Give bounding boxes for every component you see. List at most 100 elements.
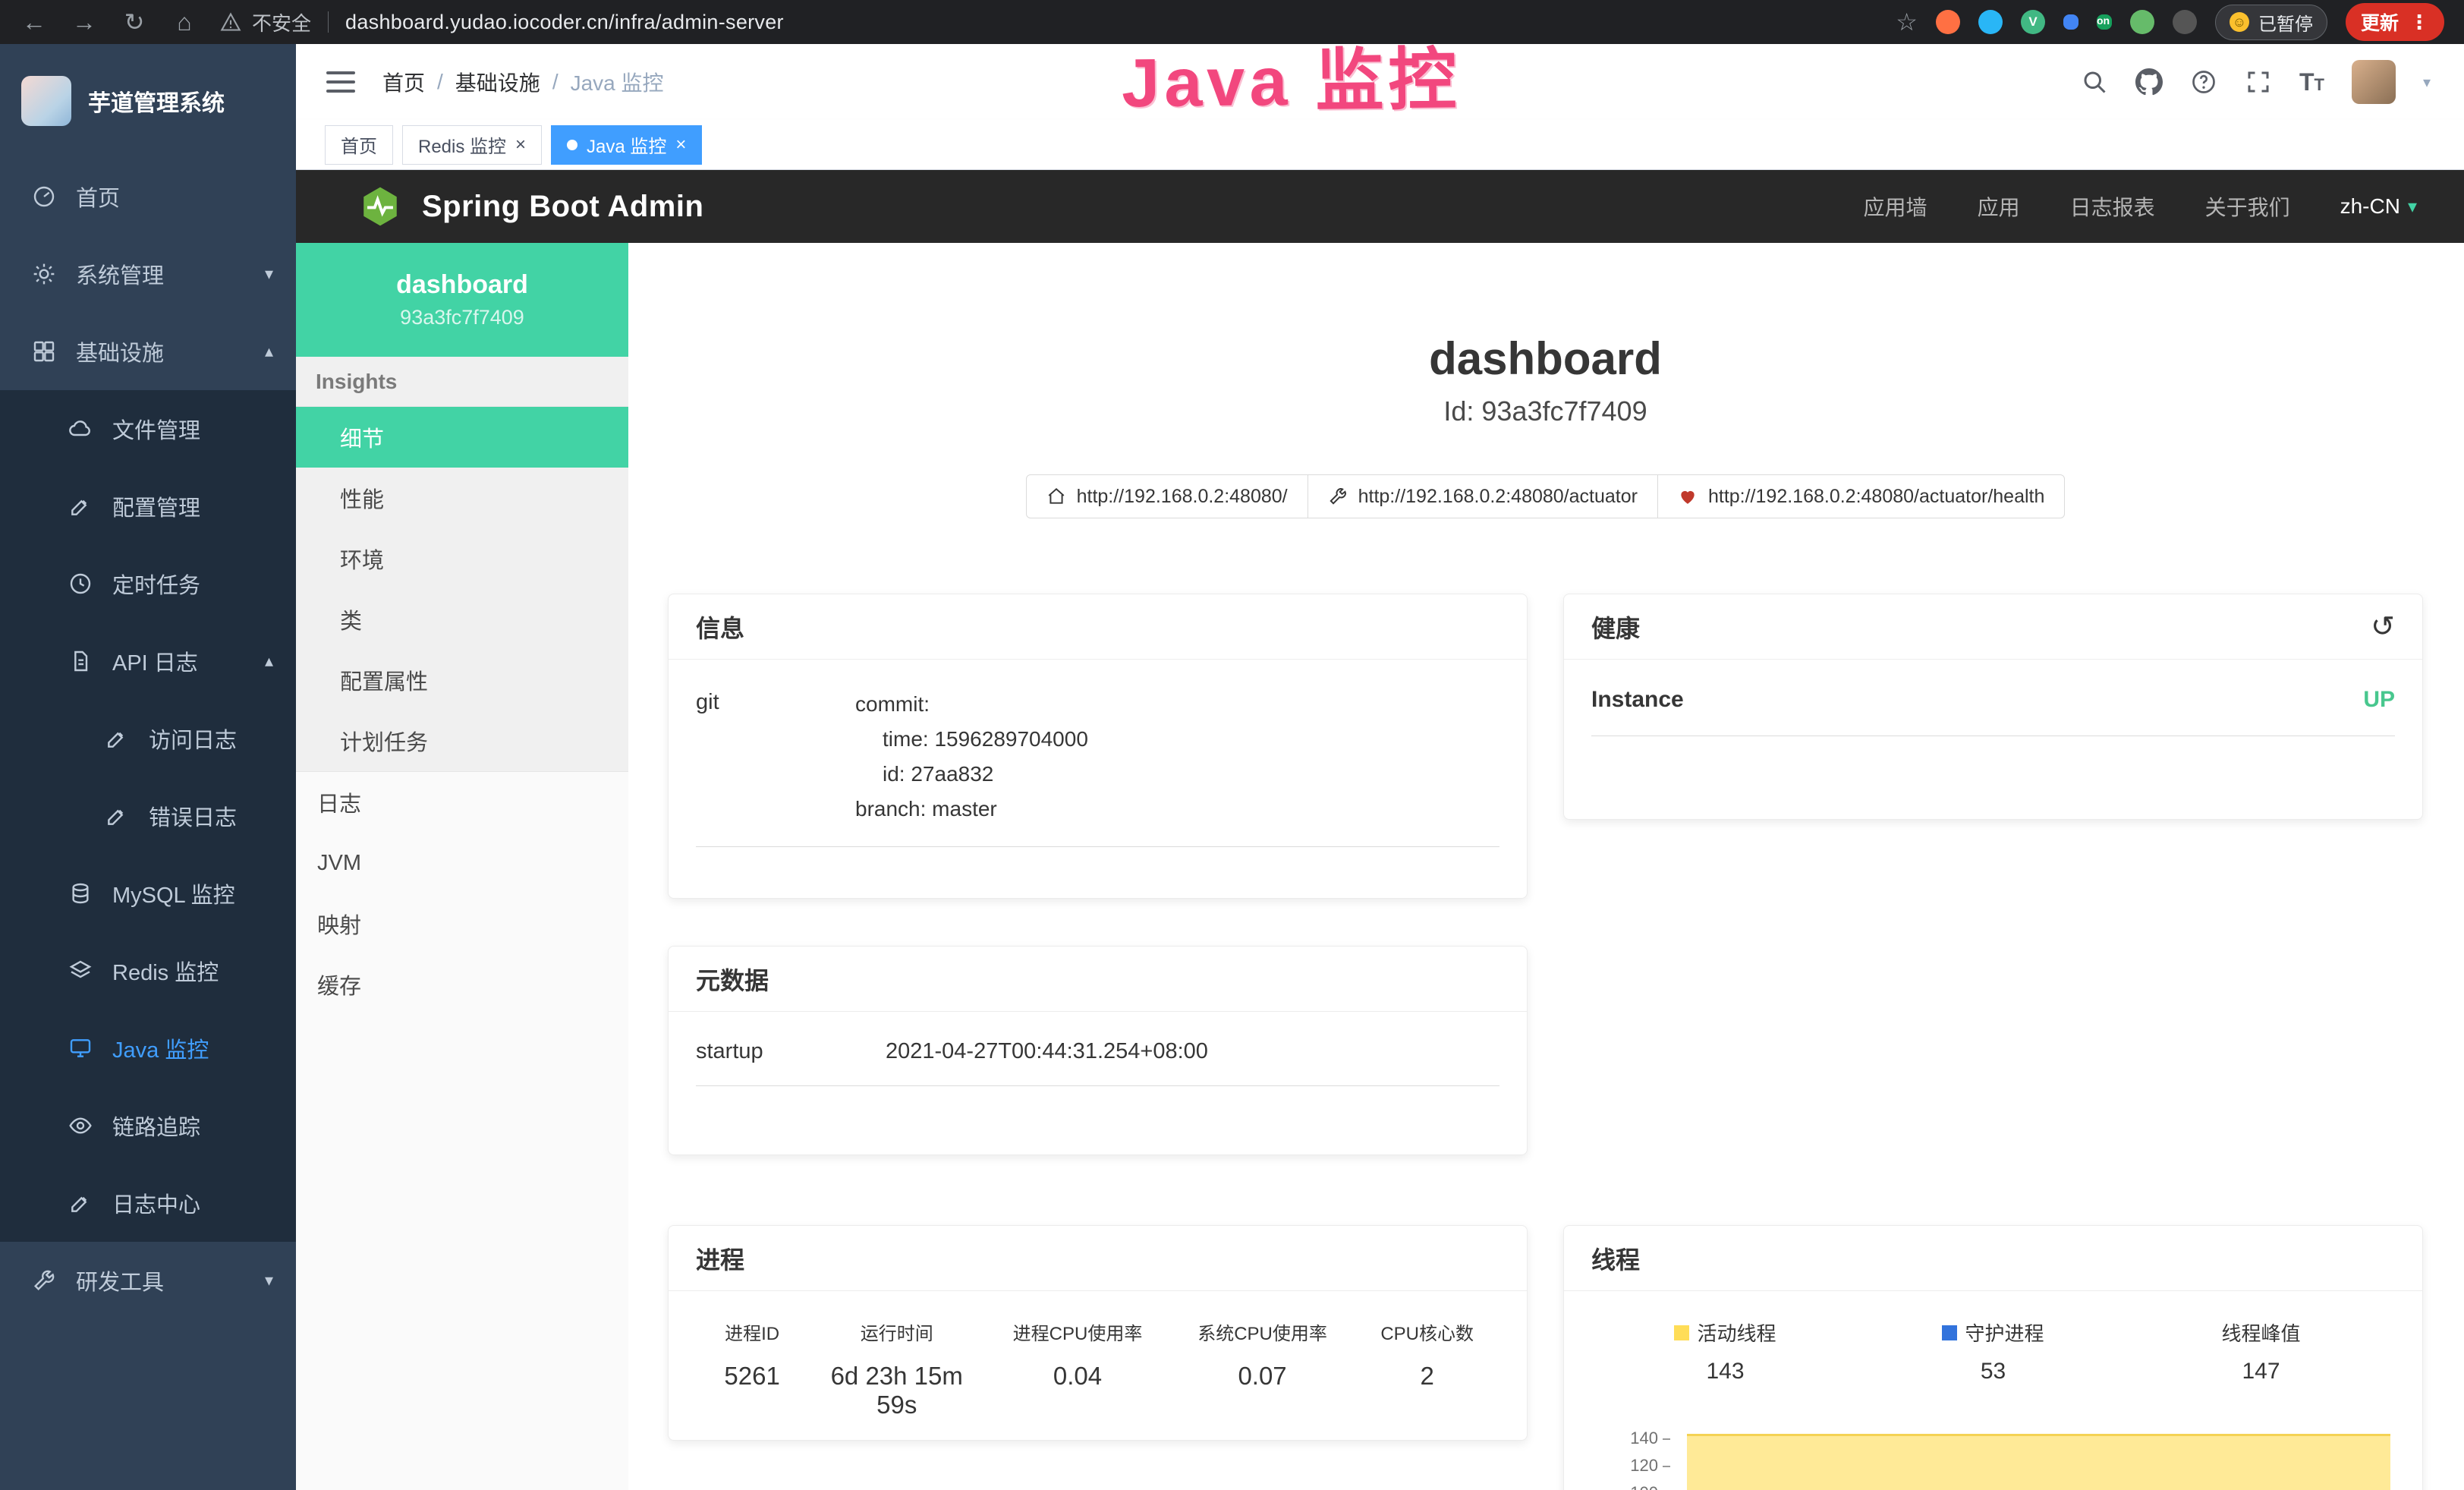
sidebar-item-jobs[interactable]: 定时任务: [0, 545, 296, 622]
wrench-icon: [32, 1268, 56, 1293]
search-icon[interactable]: [2081, 68, 2108, 96]
sidebar-item-api-log[interactable]: API 日志▴: [0, 622, 296, 700]
extension-icon[interactable]: [2063, 14, 2079, 30]
chevron-up-icon: ▴: [265, 342, 273, 361]
puzzle-icon[interactable]: [2173, 10, 2197, 34]
security-label[interactable]: 不安全: [252, 8, 311, 36]
chevron-down-icon[interactable]: ▾: [2423, 73, 2431, 92]
health-row-instance: Instance UP: [1591, 687, 2395, 736]
sidebar-item-redis[interactable]: Redis 监控: [0, 932, 296, 1010]
tags-bar: 首页 Redis 监控× Java 监控×: [296, 120, 2464, 170]
nav-applications[interactable]: 应用: [1978, 191, 2020, 222]
instance-name: dashboard: [396, 270, 528, 300]
instance-links: http://192.168.0.2:48080/ http://192.168…: [668, 474, 2423, 518]
header-actions: TT ▾: [2081, 60, 2431, 104]
legend-swatch-yellow: [1674, 1325, 1689, 1340]
breadcrumb-home[interactable]: 首页: [382, 67, 425, 97]
app-logo: [21, 76, 71, 126]
extension-icon[interactable]: [2130, 10, 2154, 34]
chevron-down-icon: ▾: [265, 1271, 273, 1290]
sba-item-scheduled[interactable]: 计划任务: [296, 710, 628, 771]
reload-icon[interactable]: ↻: [120, 8, 149, 36]
avatar[interactable]: [2352, 60, 2396, 104]
sba-item-configprops[interactable]: 配置属性: [296, 650, 628, 710]
help-icon[interactable]: [2190, 68, 2217, 96]
health-url-button[interactable]: http://192.168.0.2:48080/actuator/health: [1657, 474, 2065, 518]
home-icon: [1046, 487, 1066, 506]
sidebar-item-access-log[interactable]: 访问日志: [0, 700, 296, 777]
tab-home[interactable]: 首页: [325, 125, 393, 165]
metadata-card-title: 元数据: [669, 947, 1527, 1012]
database-icon: [68, 881, 93, 906]
extension-icon[interactable]: on: [2097, 14, 2112, 30]
sidebar-item-infra[interactable]: 基础设施▴: [0, 313, 296, 390]
browser-menu-icon[interactable]: ⋮: [2409, 11, 2429, 34]
sidebar-item-log-center[interactable]: 日志中心: [0, 1164, 296, 1242]
service-url-button[interactable]: http://192.168.0.2:48080/: [1026, 474, 1308, 518]
forward-arrow-icon[interactable]: →: [70, 8, 99, 36]
close-icon[interactable]: ×: [515, 136, 526, 154]
font-size-icon[interactable]: TT: [2299, 68, 2324, 96]
nav-journal[interactable]: 日志报表: [2070, 191, 2155, 222]
sidebar-item-error-log[interactable]: 错误日志: [0, 777, 296, 855]
gear-icon: [32, 262, 56, 286]
process-card: 进程 进程ID 运行时间 进程CPU使用率 系统CPU使用率 CPU核心数: [668, 1225, 1528, 1441]
sba-item-metrics[interactable]: 性能: [296, 468, 628, 528]
tab-java-monitor[interactable]: Java 监控×: [551, 125, 702, 165]
tab-redis-monitor[interactable]: Redis 监控×: [402, 125, 542, 165]
sba-item-details[interactable]: 细节: [296, 407, 628, 468]
sba-item-classes[interactable]: 类: [296, 589, 628, 650]
sba-item-jvm[interactable]: JVM: [296, 833, 628, 893]
threads-card-title: 线程: [1564, 1226, 2422, 1291]
breadcrumb: 首页 / 基础设施 / Java 监控: [382, 67, 664, 97]
sidebar-item-config[interactable]: 配置管理: [0, 468, 296, 545]
close-icon[interactable]: ×: [675, 136, 686, 154]
eye-icon: [68, 1114, 93, 1138]
sba-item-caches[interactable]: 缓存: [296, 954, 628, 1015]
sidebar-item-tracing[interactable]: 链路追踪: [0, 1087, 296, 1164]
live-threads-area: [1687, 1434, 2390, 1490]
page-title: dashboard: [668, 332, 2423, 385]
info-row-git: git commit: time: 1596289704000 id: 27aa…: [696, 687, 1499, 847]
app-brand: 芋道管理系统: [0, 44, 296, 158]
history-icon[interactable]: ↺: [2371, 610, 2395, 644]
update-button[interactable]: 更新 ⋮: [2346, 3, 2444, 41]
nav-wallboard[interactable]: 应用墙: [1864, 191, 1927, 222]
github-icon[interactable]: [2135, 68, 2163, 96]
health-card: 健康 ↺ Instance UP: [1563, 594, 2423, 820]
breadcrumb-current: Java 监控: [571, 67, 664, 97]
locale-select[interactable]: zh-CN ▾: [2340, 194, 2417, 219]
spring-boot-admin-logo: [358, 184, 402, 228]
extension-icon[interactable]: [1936, 10, 1960, 34]
sba-header: Spring Boot Admin 应用墙 应用 日志报表 关于我们 zh-CN…: [296, 170, 2464, 243]
address-bar[interactable]: 不安全 dashboard.yudao.iocoder.cn/infra/adm…: [220, 8, 784, 36]
sba-brand[interactable]: Spring Boot Admin: [422, 190, 703, 224]
hamburger-icon[interactable]: [326, 71, 355, 93]
sidebar-item-mysql[interactable]: MySQL 监控: [0, 855, 296, 932]
update-label: 更新: [2361, 8, 2399, 36]
bookmark-star-icon[interactable]: ☆: [1896, 8, 1918, 36]
url-text[interactable]: dashboard.yudao.iocoder.cn/infra/admin-s…: [345, 11, 784, 34]
sba-item-mappings[interactable]: 映射: [296, 893, 628, 954]
sidebar-item-java-monitor[interactable]: Java 监控: [0, 1010, 296, 1087]
extension-icon[interactable]: [1978, 10, 2003, 34]
sidebar-item-home[interactable]: 首页: [0, 158, 296, 235]
paused-chip[interactable]: ☺ 已暂停: [2215, 5, 2327, 40]
home-icon[interactable]: ⌂: [170, 8, 199, 36]
fullscreen-icon[interactable]: [2245, 68, 2272, 96]
browser-actions: ☆ V on ☺ 已暂停 更新 ⋮: [1896, 3, 2444, 41]
breadcrumb-section[interactable]: 基础设施: [455, 67, 540, 97]
grid-icon: [32, 339, 56, 364]
sidebar-item-system[interactable]: 系统管理▾: [0, 235, 296, 313]
legend-live-threads: 活动线程 143: [1591, 1318, 1859, 1384]
sidebar-item-devtools[interactable]: 研发工具▾: [0, 1242, 296, 1319]
sba-item-logfile[interactable]: 日志: [296, 772, 628, 833]
sba-item-env[interactable]: 环境: [296, 528, 628, 589]
instance-block[interactable]: dashboard 93a3fc7f7409: [296, 243, 628, 357]
nav-about[interactable]: 关于我们: [2205, 191, 2290, 222]
back-arrow-icon[interactable]: ←: [20, 8, 49, 36]
sidebar-item-files[interactable]: 文件管理: [0, 390, 296, 468]
actuator-url-button[interactable]: http://192.168.0.2:48080/actuator: [1308, 474, 1658, 518]
instance-id: 93a3fc7f7409: [400, 306, 524, 329]
extension-icon[interactable]: V: [2021, 10, 2045, 34]
